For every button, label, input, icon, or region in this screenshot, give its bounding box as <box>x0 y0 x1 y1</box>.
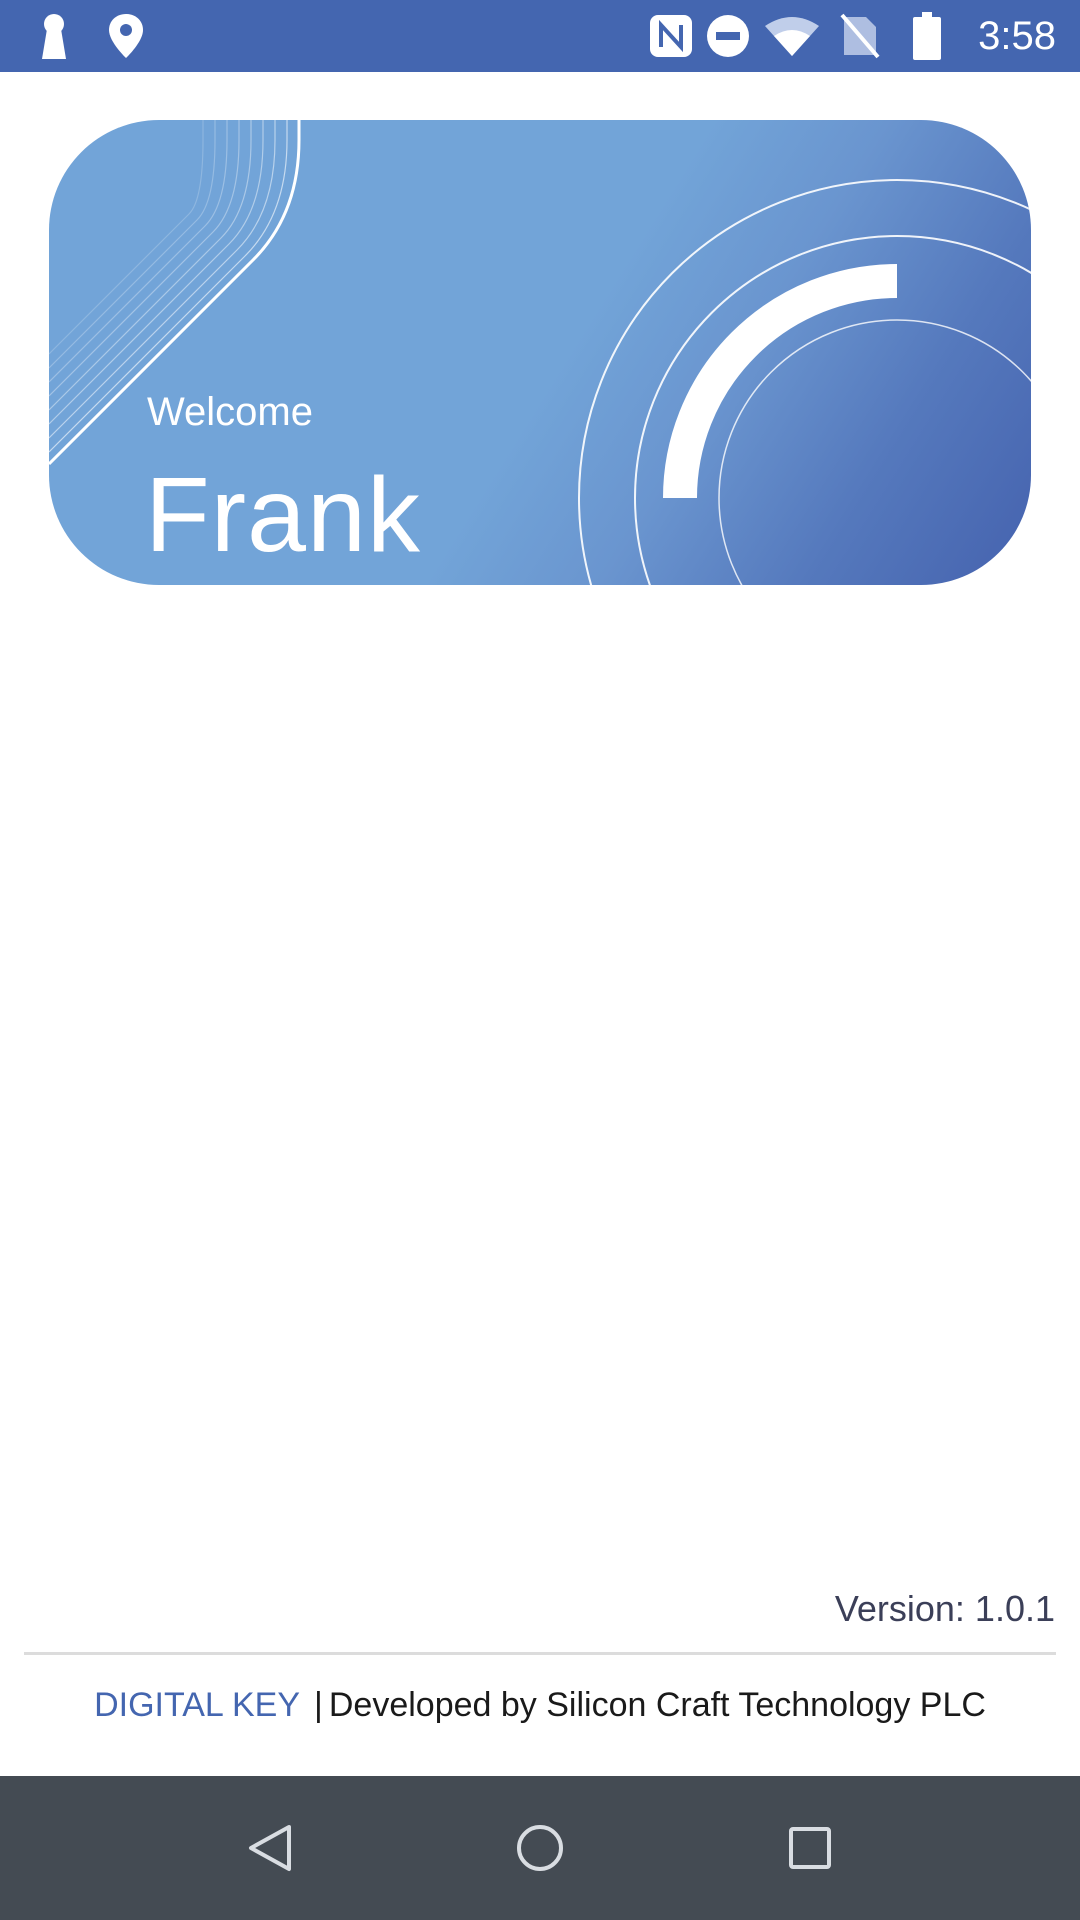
location-pin-icon <box>106 0 146 72</box>
do-not-disturb-icon <box>705 0 751 72</box>
no-sim-icon <box>838 0 882 72</box>
status-time: 3:58 <box>978 14 1056 58</box>
back-icon <box>249 1825 291 1871</box>
footer-credits: DIGITAL KEY | Developed by Silicon Craft T… <box>0 1686 1080 1725</box>
battery-icon <box>912 0 942 72</box>
keyhole-icon <box>36 0 72 72</box>
footer-divider <box>24 1652 1056 1655</box>
brand-label: DIGITAL KEY <box>94 1686 301 1724</box>
version-text: Version: 1.0.1 <box>834 1588 1055 1629</box>
user-name: Frank <box>145 456 421 574</box>
welcome-label: Welcome <box>147 390 313 434</box>
footer-separator: | <box>314 1686 323 1724</box>
navigation-bar <box>0 1776 1080 1920</box>
wifi-icon <box>764 0 820 72</box>
status-bar: 3:58 <box>0 0 1080 72</box>
home-button[interactable] <box>480 1776 600 1920</box>
developer-credit: Developed by Silicon Craft Technology PL… <box>328 1686 986 1724</box>
home-icon <box>517 1825 563 1871</box>
back-button[interactable] <box>210 1776 330 1920</box>
recents-button[interactable] <box>750 1776 870 1920</box>
recents-icon <box>789 1827 831 1869</box>
welcome-card: Welcome Frank <box>49 120 1031 585</box>
nfc-icon <box>648 0 694 72</box>
